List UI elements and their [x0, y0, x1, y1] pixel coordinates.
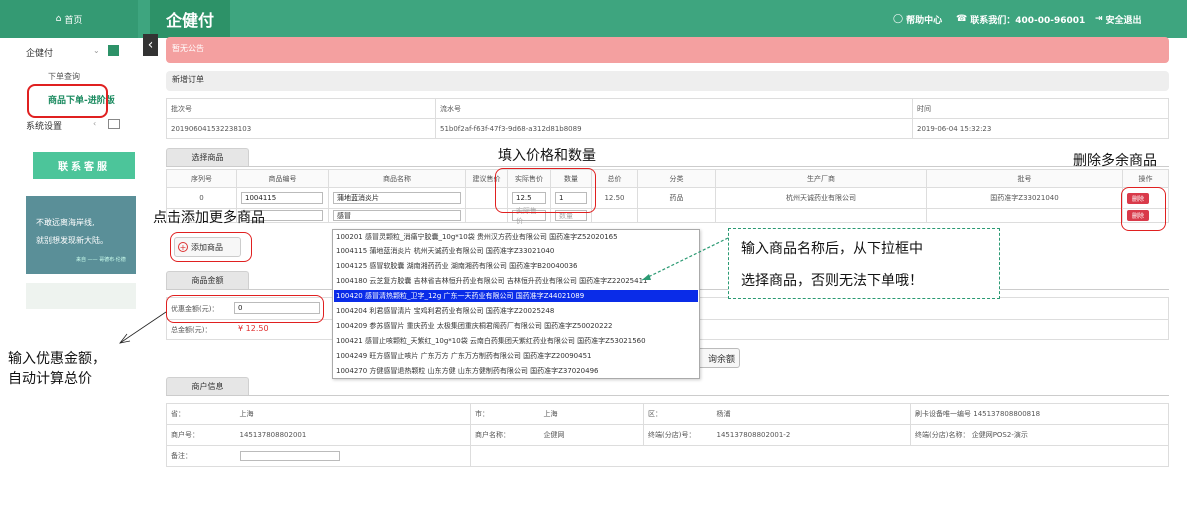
annotation-arrows — [119, 237, 729, 344]
discount-arrow-head — [119, 333, 131, 344]
tooltip-pointer-line — [641, 237, 729, 281]
discount-arrow-line — [119, 311, 167, 344]
tooltip-pointer-head — [642, 274, 651, 280]
